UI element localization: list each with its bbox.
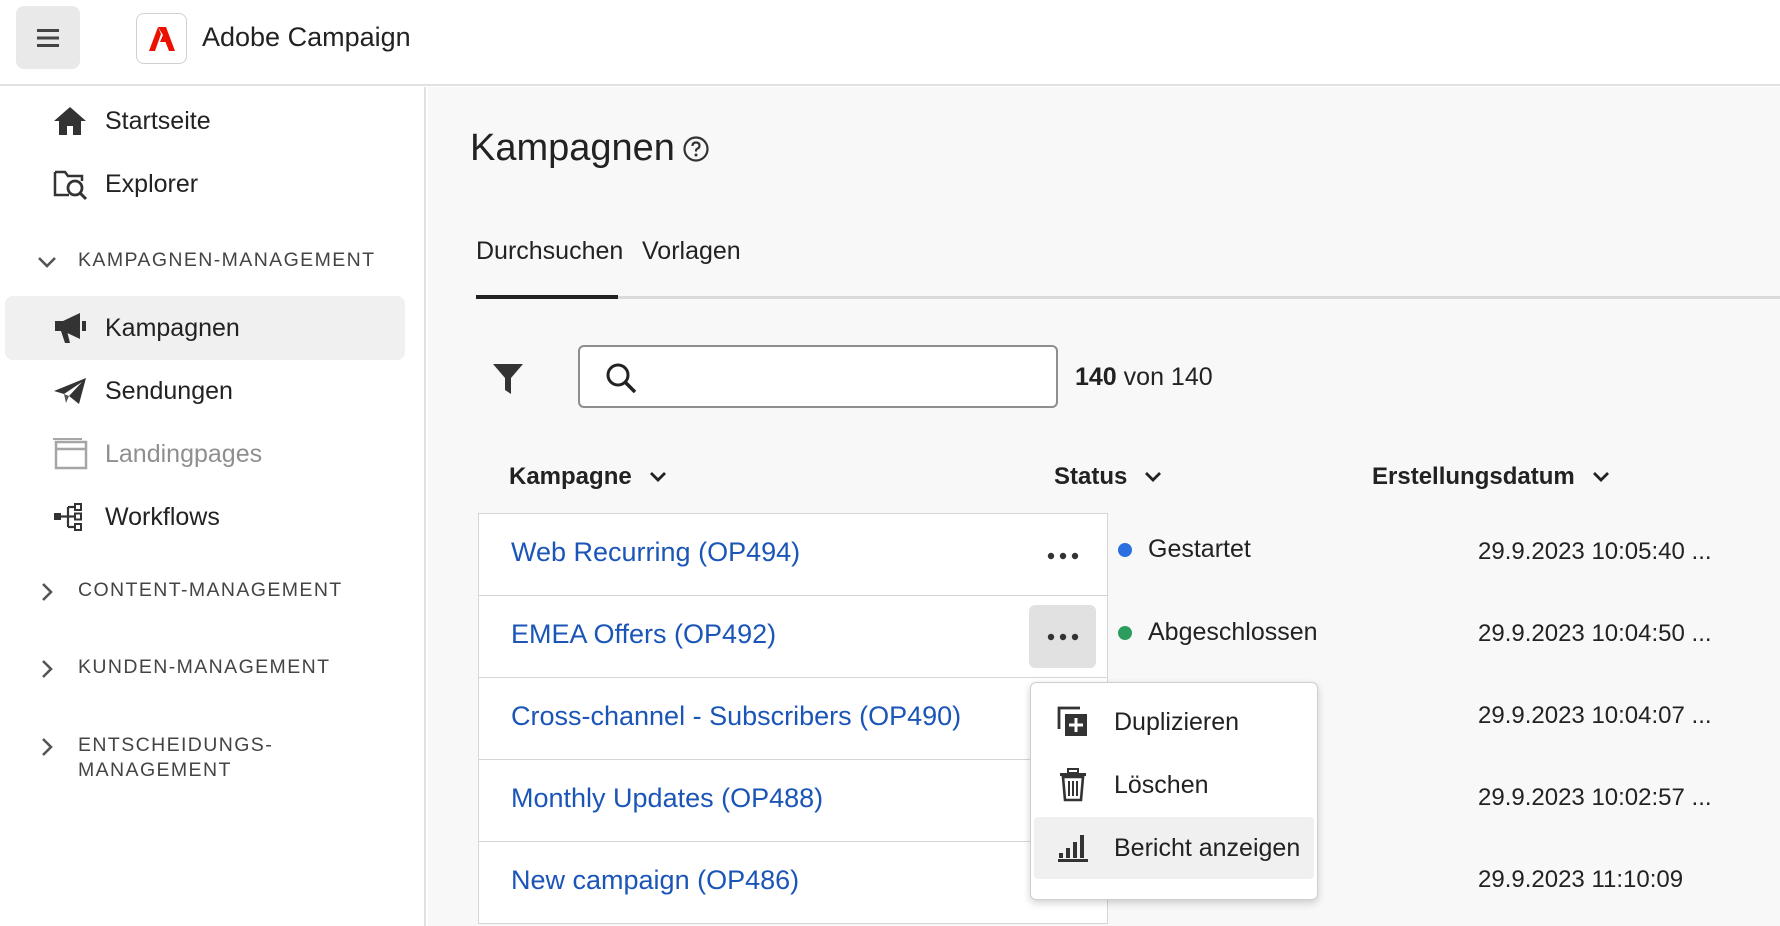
sidebar-item-label: Kampagnen	[105, 313, 240, 342]
sidebar-item-label: Sendungen	[105, 376, 233, 405]
sidebar-item-kampagnen[interactable]: Kampagnen	[5, 296, 405, 360]
active-tab-indicator	[476, 295, 618, 299]
status-text: Abgeschlossen	[1148, 618, 1318, 646]
adobe-logo-icon	[148, 26, 175, 51]
megaphone-icon	[51, 310, 89, 346]
tab-durchsuchen[interactable]: Durchsuchen	[476, 237, 623, 266]
explorer-icon	[51, 166, 89, 202]
date-cell: 29.9.2023 10:02:57 ...	[1478, 784, 1712, 811]
report-chart-icon	[1056, 831, 1090, 865]
status-dot-icon	[1118, 625, 1132, 640]
table-row[interactable]: New campaign (OP486)	[478, 841, 1108, 924]
top-bar: Adobe Campaign	[0, 0, 1780, 86]
trash-icon	[1056, 768, 1090, 802]
chevron-down-icon	[1592, 472, 1609, 482]
date-cell: 29.9.2023 10:04:07 ...	[1478, 702, 1712, 729]
page-title: Kampagnen	[470, 127, 675, 169]
sidebar-item-workflows[interactable]: Workflows	[5, 485, 405, 549]
landing-page-icon	[51, 436, 89, 472]
row-context-menu: Duplizieren Löschen Bericht anzeigen	[1030, 682, 1318, 900]
more-icon	[1047, 552, 1078, 559]
column-header-status[interactable]: Status	[1054, 463, 1163, 491]
menu-item-label: Duplizieren	[1114, 707, 1240, 736]
section-entscheidungs-management[interactable]: ENTSCHEIDUNGS- MANAGEMENT	[34, 733, 273, 783]
sidebar-item-label: Explorer	[105, 169, 199, 198]
table-row[interactable]: Web Recurring (OP494)	[478, 513, 1108, 596]
hamburger-icon	[37, 28, 59, 47]
section-label-line2: MANAGEMENT	[78, 759, 232, 781]
section-kampagnen-management[interactable]: KAMPAGNEN-MANAGEMENT	[34, 248, 375, 275]
duplicate-icon	[1056, 705, 1090, 739]
column-header-kampagne[interactable]: Kampagne	[509, 463, 668, 491]
result-count: 140 von 140	[1075, 363, 1213, 392]
sidebar-item-explorer[interactable]: Explorer	[5, 152, 405, 216]
menu-item-loeschen[interactable]: Löschen	[1034, 754, 1314, 816]
section-label: CONTENT-MANAGEMENT	[78, 579, 343, 601]
more-actions-button[interactable]	[1029, 524, 1096, 587]
table-row[interactable]: EMEA Offers (OP492)	[478, 595, 1108, 678]
sidebar-item-label: Landingpages	[105, 439, 263, 468]
menu-item-label: Bericht anzeigen	[1114, 833, 1301, 862]
chevron-right-icon	[34, 656, 60, 682]
sidebar: Startseite Explorer KAMPAGNEN-MANAGEMENT	[0, 87, 426, 926]
chevron-right-icon	[34, 579, 60, 605]
menu-item-label: Löschen	[1114, 770, 1209, 799]
chevron-down-icon	[34, 249, 60, 275]
section-label-line1: ENTSCHEIDUNGS-	[78, 734, 274, 756]
search-input[interactable]	[650, 355, 1040, 399]
more-actions-button[interactable]	[1029, 605, 1096, 668]
filter-icon[interactable]	[490, 359, 526, 399]
result-count-total: von 140	[1123, 363, 1213, 391]
result-count-shown: 140	[1075, 363, 1117, 391]
date-cell: 29.9.2023 11:10:09	[1478, 866, 1684, 893]
menu-item-bericht-anzeigen[interactable]: Bericht anzeigen	[1034, 817, 1314, 879]
tabs-divider	[476, 296, 1780, 299]
sidebar-item-label: Startseite	[105, 106, 211, 135]
status-cell: Gestartet	[1118, 535, 1251, 564]
paper-plane-icon	[51, 373, 89, 409]
sidebar-item-label: Workflows	[105, 502, 220, 531]
menu-toggle-button[interactable]	[16, 6, 80, 69]
chevron-down-icon	[649, 472, 666, 482]
home-icon	[51, 103, 89, 139]
date-cell: 29.9.2023 10:04:50 ...	[1478, 620, 1712, 647]
column-header-label: Kampagne	[509, 463, 632, 490]
adobe-logo[interactable]	[136, 13, 187, 64]
section-label: KUNDEN-MANAGEMENT	[78, 656, 331, 678]
campaign-link[interactable]: Cross-channel - Subscribers (OP490)	[511, 701, 961, 732]
search-field[interactable]	[578, 345, 1058, 408]
tab-vorlagen[interactable]: Vorlagen	[642, 237, 741, 266]
section-label: KAMPAGNEN-MANAGEMENT	[78, 249, 376, 271]
chevron-down-icon	[1145, 472, 1162, 482]
tab-bar: Durchsuchen Vorlagen	[476, 237, 1780, 289]
chevron-right-icon	[34, 734, 60, 760]
date-cell: 29.9.2023 10:05:40 ...	[1478, 538, 1712, 565]
more-icon	[1047, 633, 1078, 640]
sidebar-item-landingpages[interactable]: Landingpages	[5, 422, 405, 486]
table-row[interactable]: Monthly Updates (OP488)	[478, 759, 1108, 842]
campaign-link[interactable]: Web Recurring (OP494)	[511, 537, 800, 568]
campaign-link[interactable]: Monthly Updates (OP488)	[511, 783, 823, 814]
status-text: Gestartet	[1148, 535, 1251, 563]
workflow-icon	[51, 499, 89, 535]
app-title: Adobe Campaign	[202, 22, 411, 52]
status-dot-icon	[1118, 542, 1132, 557]
section-kunden-management[interactable]: KUNDEN-MANAGEMENT	[34, 655, 330, 682]
help-icon[interactable]	[682, 135, 710, 163]
sidebar-item-startseite[interactable]: Startseite	[5, 89, 405, 153]
table-row[interactable]: Cross-channel - Subscribers (OP490)	[478, 677, 1108, 760]
section-content-management[interactable]: CONTENT-MANAGEMENT	[34, 578, 343, 605]
menu-item-duplizieren[interactable]: Duplizieren	[1034, 691, 1314, 753]
campaign-link[interactable]: New campaign (OP486)	[511, 865, 799, 896]
sidebar-item-sendungen[interactable]: Sendungen	[5, 359, 405, 423]
search-icon	[606, 363, 637, 394]
status-cell: Abgeschlossen	[1118, 618, 1318, 647]
column-header-label: Erstellungsdatum	[1372, 463, 1575, 490]
column-header-label: Status	[1054, 463, 1128, 490]
campaign-link[interactable]: EMEA Offers (OP492)	[511, 619, 776, 650]
column-header-erstellungsdatum[interactable]: Erstellungsdatum	[1372, 463, 1611, 491]
section-label: ENTSCHEIDUNGS- MANAGEMENT	[78, 733, 273, 783]
